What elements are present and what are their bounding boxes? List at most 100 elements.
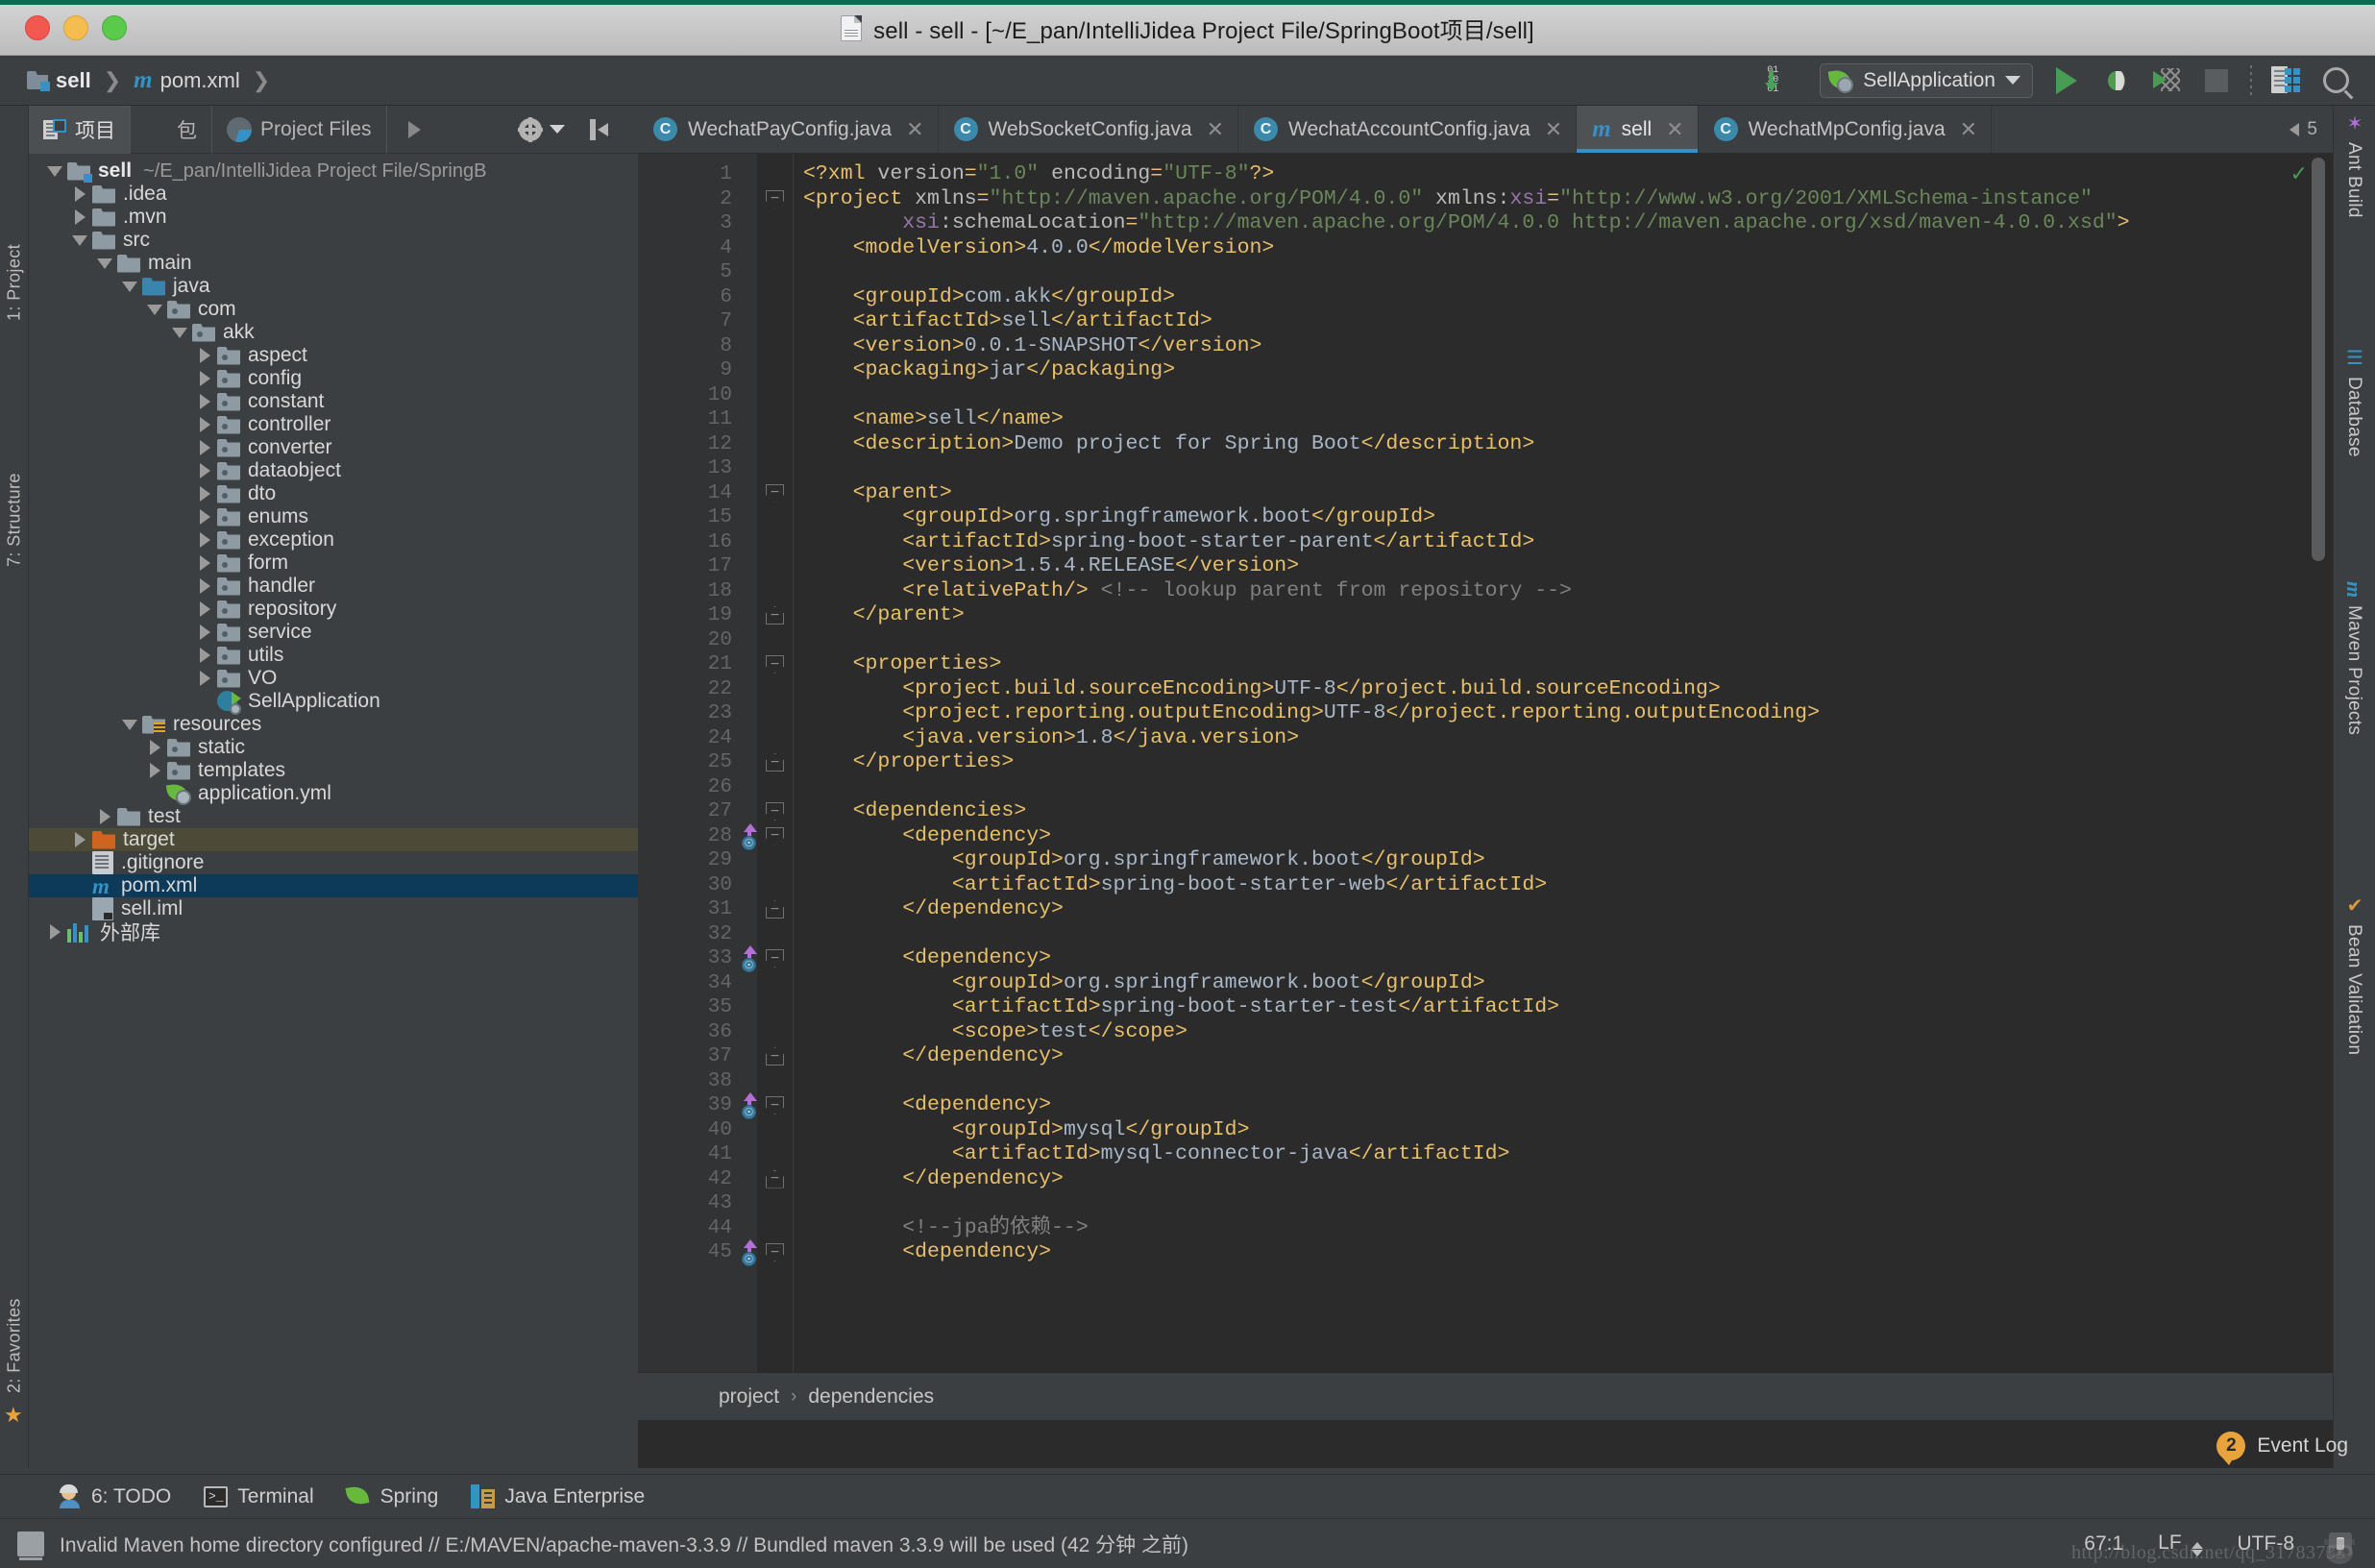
editor-tab-bar[interactable]: C WechatPayConfig.java ✕ C WebSocketConfig.j… [638, 106, 2333, 154]
tool-window-todo[interactable]: 6: TODO [58, 1484, 171, 1508]
stop-button[interactable] [2200, 64, 2233, 97]
tree-node-controller[interactable]: controller [29, 413, 638, 436]
code-line[interactable]: <packaging>jar</packaging> [803, 358, 2333, 383]
breadcrumb-project[interactable]: project [719, 1385, 779, 1409]
tree-node-application-yml[interactable]: application.yml [29, 782, 638, 805]
close-window-button[interactable] [25, 14, 50, 40]
expand-arrow-icon[interactable] [192, 394, 217, 409]
code-line[interactable]: <dependencies> [803, 799, 2333, 824]
tree-node--gitignore[interactable]: .gitignore [29, 851, 638, 874]
gutter-dependency-marker[interactable]: ☉ [736, 945, 761, 972]
breadcrumb-item-module[interactable]: sell [27, 68, 91, 93]
project-tree[interactable]: sell ~/E_pan/IntelliJidea Project File/Sp… [29, 154, 638, 1468]
close-icon[interactable]: ✕ [1545, 117, 1562, 142]
tree-node-sellapplication[interactable]: SellApplication [29, 690, 638, 715]
expand-arrow-icon[interactable] [192, 532, 217, 548]
tree-node--mvn[interactable]: .mvn [29, 206, 638, 229]
code-line[interactable] [803, 260, 2333, 285]
close-icon[interactable]: ✕ [1207, 117, 1224, 142]
gutter-dependency-marker[interactable]: ☉ [736, 1092, 761, 1119]
debug-button[interactable] [2100, 64, 2133, 97]
collapse-arrow-icon[interactable] [67, 234, 92, 246]
code-line[interactable]: <parent> [803, 481, 2333, 506]
expand-arrow-icon[interactable] [67, 186, 92, 202]
close-icon[interactable]: ✕ [906, 117, 923, 142]
code-line[interactable]: <groupId>org.springframework.boot</group… [803, 848, 2333, 873]
coverage-button[interactable] [2150, 64, 2183, 97]
code-line[interactable]: <artifactId>sell</artifactId> [803, 309, 2333, 334]
code-line[interactable]: <artifactId>spring-boot-starter-web</art… [803, 873, 2333, 898]
tree-node-main[interactable]: main [29, 252, 638, 275]
code-line[interactable]: <dependency> [803, 1240, 2333, 1265]
tree-node-constant[interactable]: constant [29, 390, 638, 413]
expand-arrow-icon[interactable] [192, 371, 217, 386]
expand-arrow-icon[interactable] [142, 740, 167, 755]
tree-node-repository[interactable]: repository [29, 598, 638, 621]
expand-arrow-icon[interactable] [192, 578, 217, 594]
code-line[interactable]: <dependency> [803, 1093, 2333, 1118]
breadcrumb-dependencies[interactable]: dependencies [808, 1385, 934, 1409]
expand-arrow-icon[interactable] [192, 440, 217, 455]
tree-node-test[interactable]: test [29, 805, 638, 828]
expand-arrow-icon[interactable] [92, 809, 117, 824]
collapse-arrow-icon[interactable] [92, 257, 117, 269]
tree-node--idea[interactable]: .idea [29, 183, 638, 206]
collapse-arrow-icon[interactable] [42, 165, 67, 177]
gear-icon[interactable] [518, 116, 543, 142]
expand-arrow-icon[interactable] [42, 924, 67, 940]
sidebar-item-bean-validation[interactable]: ✔ Bean Validation [2335, 894, 2373, 1172]
expand-arrow-icon[interactable] [192, 509, 217, 525]
code-line[interactable]: <!--jpa的依赖--> [803, 1216, 2333, 1241]
project-structure-button[interactable] [2269, 64, 2302, 97]
tree-node-utils[interactable]: utils [29, 644, 638, 667]
tool-window-spring[interactable]: Spring [347, 1485, 439, 1508]
tree-node-aspect[interactable]: aspect [29, 344, 638, 367]
gutter-dependency-marker[interactable]: ☉ [736, 1239, 761, 1266]
tab-project-files[interactable]: Project Files [212, 105, 387, 154]
code-line[interactable]: <version>0.0.1-SNAPSHOT</version> [803, 334, 2333, 359]
code-line[interactable]: <project xmlns="http://maven.apache.org/… [803, 187, 2333, 212]
sidebar-item-favorites[interactable]: 2: Favorites [0, 1163, 29, 1393]
editor-tab-wechatpayconfig-java[interactable]: C WechatPayConfig.java ✕ [638, 106, 939, 153]
code-line[interactable]: <version>1.5.4.RELEASE</version> [803, 554, 2333, 579]
tree-node-pom-xml[interactable]: m pom.xml [29, 874, 638, 897]
code-content[interactable]: <?xml version="1.0" encoding="UTF-8"?> <p… [803, 162, 2333, 1265]
code-line[interactable] [803, 775, 2333, 800]
code-line[interactable]: <groupId>com.akk</groupId> [803, 285, 2333, 310]
code-line[interactable]: </dependency> [803, 897, 2333, 922]
run-configuration-selector[interactable]: SellApplication [1820, 62, 2033, 98]
update-project-icon[interactable]: 01 10 01 [1764, 65, 1802, 95]
code-line[interactable]: <dependency> [803, 824, 2333, 849]
tree-node-config[interactable]: config [29, 367, 638, 390]
editor-tab-websocketconfig-java[interactable]: C WebSocketConfig.java ✕ [939, 106, 1238, 153]
editor-tab-wechataccountconfig-java[interactable]: C WechatAccountConfig.java ✕ [1238, 106, 1578, 153]
tree-node-dto[interactable]: dto [29, 482, 638, 505]
tool-window-java-enterprise[interactable]: Java Enterprise [471, 1484, 645, 1508]
tree-node-exception[interactable]: exception [29, 528, 638, 551]
tree-node-service[interactable]: service [29, 621, 638, 644]
code-line[interactable]: </dependency> [803, 1167, 2333, 1192]
code-line[interactable] [803, 628, 2333, 653]
sidebar-item-structure[interactable]: 7: Structure [0, 346, 29, 567]
expand-arrow-icon[interactable] [192, 417, 217, 432]
tree-node-akk[interactable]: akk [29, 321, 638, 344]
tree-node-dataobject[interactable]: dataobject [29, 459, 638, 482]
tree-node-resources[interactable]: resources [29, 713, 638, 736]
expand-arrow-icon[interactable] [407, 120, 421, 138]
run-button[interactable] [2050, 64, 2083, 97]
code-line[interactable]: xsi:schemaLocation="http://maven.apache.… [803, 211, 2333, 236]
expand-arrow-icon[interactable] [192, 601, 217, 617]
tree-node-vo[interactable]: VO [29, 667, 638, 690]
code-line[interactable]: </parent> [803, 603, 2333, 628]
code-line[interactable]: </properties> [803, 750, 2333, 775]
editor-scrollbar[interactable] [2312, 154, 2329, 1420]
code-line[interactable]: <java.version>1.8</java.version> [803, 726, 2333, 751]
expand-arrow-icon[interactable] [192, 625, 217, 640]
status-memory-icon[interactable] [17, 1531, 44, 1560]
scrollbar-thumb[interactable] [2312, 158, 2325, 561]
close-icon[interactable]: ✕ [1960, 117, 1977, 142]
tree-node-form[interactable]: form [29, 551, 638, 575]
tree-node-static[interactable]: static [29, 736, 638, 759]
code-line[interactable]: <properties> [803, 652, 2333, 677]
collapse-arrow-icon[interactable] [117, 281, 142, 292]
